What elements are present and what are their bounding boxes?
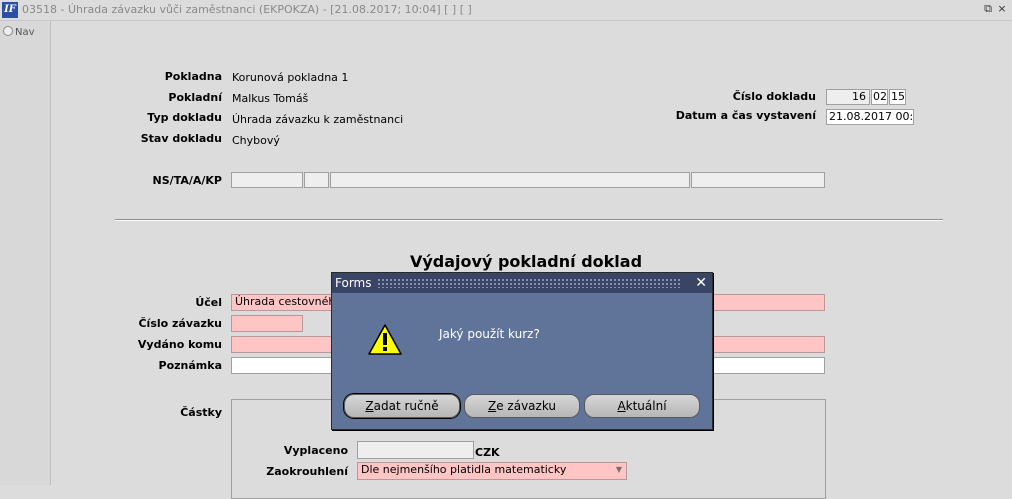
window-title: 03518 - Úhrada závazku vůči zaměstnanci … (22, 3, 472, 16)
dialog-title: Forms (335, 276, 372, 290)
app-logo-icon: IF (2, 2, 18, 18)
ta-field[interactable] (304, 172, 329, 188)
section-divider (115, 219, 943, 221)
pokladna-value: Korunová pokladna 1 (232, 71, 349, 84)
stav-dokladu-value: Chybový (232, 134, 280, 147)
typ-dokladu-label: Typ dokladu (147, 111, 222, 124)
zadat-rucne-button[interactable]: Zadat ručně (344, 394, 460, 418)
cislo-dokladu-part1[interactable]: 16 (826, 89, 870, 105)
zaokrouhleni-value: Dle nejmenšího platidla matematicky (361, 463, 567, 476)
zaokrouhleni-label: Zaokrouhlení (266, 465, 348, 478)
chevron-down-icon[interactable]: ▼ (614, 465, 624, 475)
ns-ta-a-kp-label: NS/TA/A/KP (152, 174, 222, 187)
zadat-rucne-label: adat ručně (373, 399, 439, 413)
ns-field[interactable] (231, 172, 303, 188)
dialog-titlebar[interactable]: Forms ✕ (332, 273, 712, 293)
vydano-komu-label: Vydáno komu (137, 338, 222, 351)
pokladna-label: Pokladna (164, 70, 222, 83)
a-field[interactable] (330, 172, 690, 188)
ucel-label: Účel (195, 296, 222, 309)
ze-zavazku-accel: Z (487, 399, 497, 413)
cislo-dokladu-part3[interactable]: 15 (889, 89, 906, 105)
nav-radio-icon (3, 26, 13, 36)
nav-label: Nav (15, 27, 35, 38)
zaokrouhleni-select[interactable]: Dle nejmenšího platidla matematicky ▼ (357, 462, 627, 480)
cislo-dokladu-label: Číslo dokladu (732, 90, 816, 103)
vyplaceno-label: Vyplaceno (283, 444, 348, 457)
cislo-zavazku-label: Číslo závazku (138, 317, 222, 330)
document-heading: Výdajový pokladní doklad (409, 252, 643, 271)
aktualni-accel: A (617, 399, 626, 413)
warning-icon (368, 324, 402, 355)
ze-zavazku-button[interactable]: Ze závazku (464, 394, 580, 418)
kp-field[interactable] (691, 172, 825, 188)
stav-dokladu-label: Stav dokladu (140, 132, 222, 145)
dialog-message: Jaký použít kurz? (439, 327, 540, 341)
left-toolbar: Nav (0, 21, 51, 485)
ze-zavazku-label: e závazku (496, 399, 557, 413)
cislo-dokladu-part2[interactable]: 02 (871, 89, 888, 105)
close-window-icon[interactable]: × (996, 3, 1008, 15)
typ-dokladu-value: Úhrada závazku k zaměstnanci (232, 113, 404, 126)
window-titlebar: IF 03518 - Úhrada závazku vůči zaměstnan… (0, 0, 1012, 21)
dialog-grip (377, 278, 682, 288)
vyplaceno-field[interactable] (357, 441, 474, 459)
aktualni-label: ktuální (625, 399, 667, 413)
cislo-zavazku-field[interactable] (231, 315, 303, 332)
forms-dialog: Forms ✕ Jaký použít kurz? Zadat ručně Ze… (331, 272, 713, 430)
nav-button[interactable]: Nav (3, 26, 35, 38)
datum-vystaveni-field[interactable]: 21.08.2017 00:00 (826, 109, 914, 125)
pokladni-value: Malkus Tomáš (232, 92, 309, 105)
restore-window-icon[interactable]: ⧉ (982, 3, 994, 15)
vyplaceno-currency: CZK (475, 446, 500, 459)
castky-label: Částky (180, 406, 222, 419)
poznamka-label: Poznámka (158, 359, 222, 372)
close-icon[interactable]: ✕ (695, 275, 707, 291)
zadat-rucne-accel: Z (365, 399, 374, 413)
aktualni-button[interactable]: Aktuální (584, 394, 700, 418)
pokladni-label: Pokladní (168, 91, 222, 104)
datum-vystaveni-label: Datum a čas vystavení (675, 109, 816, 122)
